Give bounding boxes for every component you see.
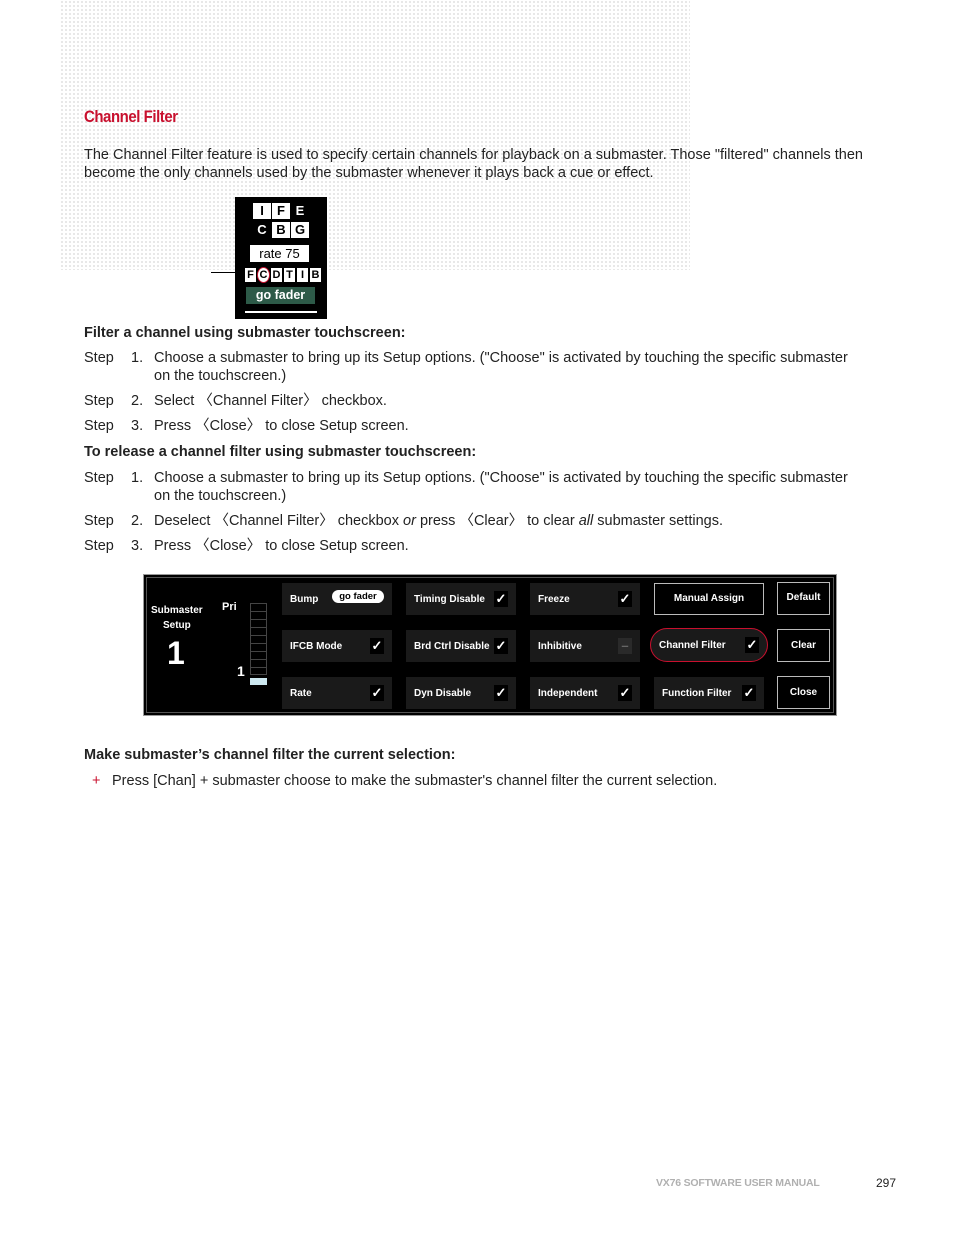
step-text: Choose a submaster to bring up its Setup… xyxy=(154,350,848,384)
text-part: submaster settings. xyxy=(593,513,723,529)
step-text: Select 〈Channel Filter〉 checkbox. xyxy=(154,393,387,409)
step-label: Step xyxy=(84,470,114,486)
submaster-mini-screen: I F E C B G rate 75 F C D T I B go fader xyxy=(235,197,327,319)
step-label: Step xyxy=(84,418,114,434)
checkbox[interactable]: ✓ xyxy=(494,685,508,701)
filter-letter-highlighted: C xyxy=(258,268,269,282)
option-label: Brd Ctrl Disable xyxy=(414,641,490,652)
submaster-number: 1 xyxy=(167,635,185,671)
step-text: Press 〈Close〉 to close Setup screen. xyxy=(154,418,409,434)
mode-cell: E xyxy=(291,203,309,219)
checkbox[interactable]: ✓ xyxy=(618,591,632,607)
step-number: 1. xyxy=(131,470,144,486)
step-label: Step xyxy=(84,393,114,409)
checkbox[interactable]: ✓ xyxy=(494,591,508,607)
option-inhibitive[interactable]: Inhibitive – xyxy=(530,630,640,662)
callout-line xyxy=(211,272,235,273)
filter-letter: B xyxy=(310,268,321,282)
option-brd-ctrl-disable[interactable]: Brd Ctrl Disable ✓ xyxy=(406,630,516,662)
checkbox[interactable]: ✓ xyxy=(494,638,508,654)
procedure-heading: To release a channel filter using submas… xyxy=(84,444,477,460)
priority-slider-thumb[interactable] xyxy=(250,678,267,685)
checkbox[interactable]: ✓ xyxy=(742,685,756,701)
step-label: Step xyxy=(84,513,114,529)
priority-slider[interactable] xyxy=(250,603,267,695)
mode-cell: F xyxy=(272,203,290,219)
bump-button[interactable]: Bump go fader xyxy=(282,583,392,615)
intro-paragraph: The Channel Filter feature is used to sp… xyxy=(84,147,863,181)
setup-title-line1: Submaster xyxy=(151,605,203,616)
option-freeze[interactable]: Freeze ✓ xyxy=(530,583,640,615)
option-label: Channel Filter xyxy=(659,640,726,651)
option-label: IFCB Mode xyxy=(290,641,343,652)
checkbox[interactable]: ✓ xyxy=(745,637,759,653)
mode-cell: C xyxy=(253,222,271,238)
step-text: Deselect 〈Channel Filter〉 checkbox or pr… xyxy=(154,512,854,530)
section-title: Channel Filter xyxy=(84,107,178,126)
option-label: Function Filter xyxy=(662,688,732,699)
pri-label: Pri xyxy=(222,601,237,613)
pri-value: 1 xyxy=(237,663,245,679)
map-mask xyxy=(690,0,954,270)
procedure-heading: Make submaster’s channel filter the curr… xyxy=(84,747,456,763)
option-function-filter[interactable]: Function Filter ✓ xyxy=(654,677,764,709)
default-button[interactable]: Default xyxy=(777,582,830,615)
clear-button[interactable]: Clear xyxy=(777,629,830,662)
checkbox[interactable]: ✓ xyxy=(370,638,384,654)
option-label: Rate xyxy=(290,688,312,699)
map-mask xyxy=(0,0,60,270)
mode-cell: B xyxy=(272,222,290,238)
text-part: Deselect 〈Channel Filter〉 checkbox xyxy=(154,513,404,529)
step-number: 2. xyxy=(131,393,144,409)
bump-value-pill[interactable]: go fader xyxy=(332,590,384,603)
text-italic: all xyxy=(578,513,594,529)
text-part: press 〈Clear〉 to clear xyxy=(415,513,579,529)
close-button[interactable]: Close xyxy=(777,676,830,709)
option-label: Independent xyxy=(538,688,598,699)
checkbox[interactable]: – xyxy=(618,638,632,654)
option-label: Freeze xyxy=(538,594,570,605)
step-text: Press 〈Close〉 to close Setup screen. xyxy=(154,538,409,554)
filter-letter: F xyxy=(245,268,256,282)
filter-letter: D xyxy=(271,268,282,282)
step-label: Step xyxy=(84,538,114,554)
mode-cell: G xyxy=(291,222,309,238)
option-rate[interactable]: Rate ✓ xyxy=(282,677,392,709)
step-number: 2. xyxy=(131,513,144,529)
step-number: 3. xyxy=(131,538,144,554)
fader-line xyxy=(245,311,317,313)
plus-bullet-icon: + xyxy=(92,773,101,789)
filter-letter: T xyxy=(284,268,295,282)
option-label: Timing Disable xyxy=(414,594,485,605)
step-text: Choose a submaster to bring up its Setup… xyxy=(154,470,848,504)
setup-title-line2: Setup xyxy=(163,620,191,631)
step-label: Step xyxy=(84,350,114,366)
procedure-heading: Filter a channel using submaster touchsc… xyxy=(84,325,406,341)
option-dyn-disable[interactable]: Dyn Disable ✓ xyxy=(406,677,516,709)
bump-label: Bump xyxy=(290,594,319,605)
footer-manual-title: VX76 SOFTWARE USER MANUAL xyxy=(656,1177,820,1189)
submaster-setup-panel: Submaster Setup 1 Pri 1 Bump go fader IF… xyxy=(143,574,837,716)
option-channel-filter[interactable]: Channel Filter ✓ xyxy=(650,628,768,662)
page-number: 297 xyxy=(876,1176,897,1190)
option-timing-disable[interactable]: Timing Disable ✓ xyxy=(406,583,516,615)
rate-label: rate 75 xyxy=(250,245,309,262)
bullet-text: Press [Chan] + submaster choose to make … xyxy=(112,773,718,789)
option-ifcb-mode[interactable]: IFCB Mode ✓ xyxy=(282,630,392,662)
checkbox[interactable]: ✓ xyxy=(618,685,632,701)
mode-cell: I xyxy=(253,203,271,219)
filter-letter: I xyxy=(297,268,308,282)
option-independent[interactable]: Independent ✓ xyxy=(530,677,640,709)
text-italic: or xyxy=(403,513,416,529)
step-number: 3. xyxy=(131,418,144,434)
option-label: Inhibitive xyxy=(538,641,582,652)
checkbox[interactable]: ✓ xyxy=(370,685,384,701)
go-fader-label: go fader xyxy=(246,287,315,304)
option-label: Dyn Disable xyxy=(414,688,472,699)
manual-assign-button[interactable]: Manual Assign xyxy=(654,583,764,615)
step-number: 1. xyxy=(131,350,144,366)
